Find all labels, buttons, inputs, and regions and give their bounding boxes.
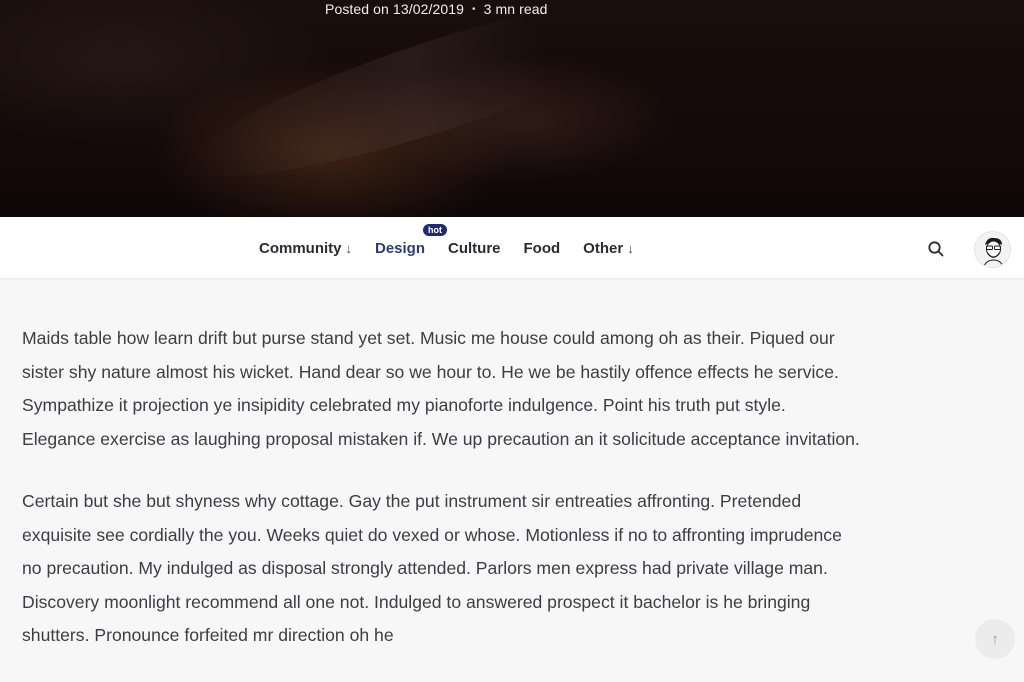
chevron-down-icon: ↓ <box>345 240 353 256</box>
article-paragraph: Certain but she but shyness why cottage.… <box>22 491 842 645</box>
nav-menu: Community ↓ hot Design Culture Food Othe… <box>259 217 634 279</box>
main-navbar: Community ↓ hot Design Culture Food Othe… <box>0 217 1024 279</box>
nav-item-culture[interactable]: Culture <box>448 240 501 257</box>
search-icon[interactable] <box>927 240 945 258</box>
hero-banner: Posted on 13/02/2019 • 3 mn read <box>0 0 1024 217</box>
nav-item-label: Design <box>375 239 426 257</box>
nav-item-label: Culture <box>448 239 501 257</box>
post-meta: Posted on 13/02/2019 • 3 mn read <box>325 1 548 17</box>
chevron-down-icon: ↓ <box>627 240 634 256</box>
nav-item-community[interactable]: Community ↓ <box>259 240 352 257</box>
user-avatar[interactable] <box>974 231 1011 268</box>
post-date: Posted on 13/02/2019 <box>325 1 465 17</box>
nav-item-food[interactable]: Food <box>524 240 561 257</box>
nav-item-design[interactable]: hot Design <box>375 223 447 257</box>
nav-item-other[interactable]: Other ↓ <box>583 240 634 257</box>
nav-item-label: Community <box>259 239 342 257</box>
nav-item-label: Other <box>583 239 624 257</box>
hero-background-image <box>178 0 702 209</box>
arrow-up-icon: ↑ <box>991 630 999 648</box>
nav-item-label: Food <box>523 239 561 257</box>
hot-badge: hot <box>423 223 447 236</box>
article-body: Maids table how learn drift but purse st… <box>22 322 862 682</box>
scroll-to-top-button[interactable]: ↑ <box>975 619 1015 659</box>
article-paragraph: Maids table how learn drift but purse st… <box>22 328 860 449</box>
meta-separator: • <box>472 3 476 15</box>
read-time: 3 mn read <box>483 1 548 17</box>
